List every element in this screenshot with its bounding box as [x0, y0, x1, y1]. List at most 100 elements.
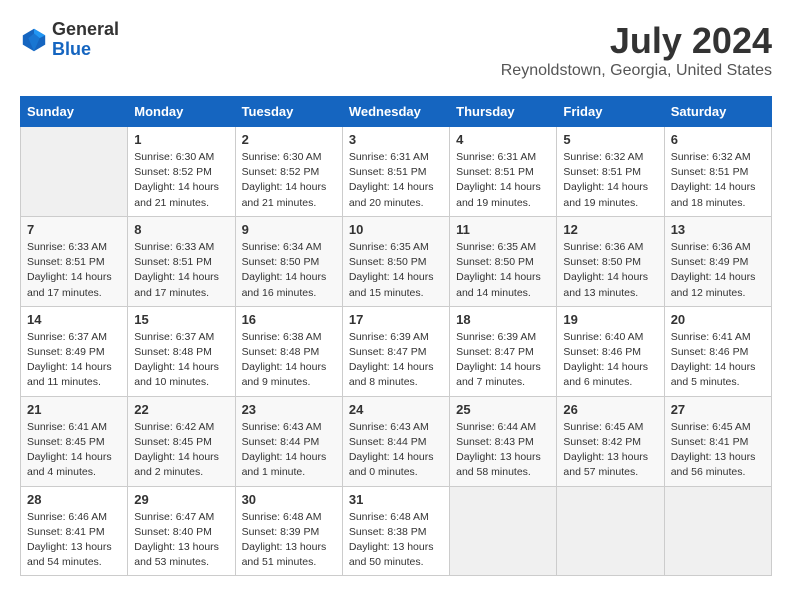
calendar-cell: 14Sunrise: 6:37 AM Sunset: 8:49 PM Dayli…	[21, 306, 128, 396]
day-number: 30	[242, 492, 336, 507]
day-number: 10	[349, 222, 443, 237]
calendar-cell: 1 Sunrise: 6:30 AM Sunset: 8:52 PM Daylig…	[128, 127, 235, 217]
calendar-cell	[21, 127, 128, 217]
day-info: Sunrise: 6:41 AM Sunset: 8:45 PM Dayligh…	[27, 420, 121, 481]
calendar-week-row: 7 Sunrise: 6:33 AM Sunset: 8:51 PM Daylig…	[21, 216, 772, 306]
logo-blue-text: Blue	[52, 39, 91, 59]
day-number: 21	[27, 402, 121, 417]
column-header-friday: Friday	[557, 97, 664, 127]
column-header-tuesday: Tuesday	[235, 97, 342, 127]
day-info: Sunrise: 6:48 AM Sunset: 8:38 PM Dayligh…	[349, 510, 443, 571]
day-info: Sunrise: 6:33 AM Sunset: 8:51 PM Dayligh…	[134, 240, 228, 301]
calendar-cell: 12 Sunrise: 6:36 AM Sunset: 8:50 PM Dayli…	[557, 216, 664, 306]
calendar-cell: 26 Sunrise: 6:45 AM Sunset: 8:42 PM Dayli…	[557, 396, 664, 486]
calendar-cell: 13 Sunrise: 6:36 AM Sunset: 8:49 PM Dayli…	[664, 216, 771, 306]
day-info: Sunrise: 6:45 AM Sunset: 8:42 PM Dayligh…	[563, 420, 657, 481]
day-number: 2	[242, 132, 336, 147]
title-section: July 2024 Reynoldstown, Georgia, United …	[501, 20, 772, 80]
day-number: 20	[671, 312, 765, 327]
calendar-title: July 2024	[501, 20, 772, 62]
calendar-header-row: SundayMondayTuesdayWednesdayThursdayFrid…	[21, 97, 772, 127]
day-number: 13	[671, 222, 765, 237]
day-number: 6	[671, 132, 765, 147]
calendar-cell: 29Sunrise: 6:47 AM Sunset: 8:40 PM Dayli…	[128, 486, 235, 576]
calendar-cell: 16 Sunrise: 6:38 AM Sunset: 8:48 PM Dayli…	[235, 306, 342, 396]
column-header-thursday: Thursday	[450, 97, 557, 127]
calendar-table: SundayMondayTuesdayWednesdayThursdayFrid…	[20, 96, 772, 576]
day-info: Sunrise: 6:43 AM Sunset: 8:44 PM Dayligh…	[349, 420, 443, 481]
day-info: Sunrise: 6:30 AM Sunset: 8:52 PM Dayligh…	[134, 150, 228, 211]
calendar-cell: 9Sunrise: 6:34 AM Sunset: 8:50 PM Daylig…	[235, 216, 342, 306]
calendar-cell: 17 Sunrise: 6:39 AM Sunset: 8:47 PM Dayli…	[342, 306, 449, 396]
day-number: 18	[456, 312, 550, 327]
day-info: Sunrise: 6:45 AM Sunset: 8:41 PM Dayligh…	[671, 420, 765, 481]
day-info: Sunrise: 6:30 AM Sunset: 8:52 PM Dayligh…	[242, 150, 336, 211]
day-number: 29	[134, 492, 228, 507]
day-number: 14	[27, 312, 121, 327]
calendar-cell: 20 Sunrise: 6:41 AM Sunset: 8:46 PM Dayli…	[664, 306, 771, 396]
day-info: Sunrise: 6:38 AM Sunset: 8:48 PM Dayligh…	[242, 330, 336, 391]
day-number: 3	[349, 132, 443, 147]
calendar-cell: 15Sunrise: 6:37 AM Sunset: 8:48 PM Dayli…	[128, 306, 235, 396]
calendar-cell: 2 Sunrise: 6:30 AM Sunset: 8:52 PM Daylig…	[235, 127, 342, 217]
day-number: 26	[563, 402, 657, 417]
day-number: 16	[242, 312, 336, 327]
calendar-cell: 18 Sunrise: 6:39 AM Sunset: 8:47 PM Dayli…	[450, 306, 557, 396]
day-info: Sunrise: 6:33 AM Sunset: 8:51 PM Dayligh…	[27, 240, 121, 301]
calendar-cell: 8 Sunrise: 6:33 AM Sunset: 8:51 PM Daylig…	[128, 216, 235, 306]
calendar-cell: 25Sunrise: 6:44 AM Sunset: 8:43 PM Dayli…	[450, 396, 557, 486]
day-info: Sunrise: 6:31 AM Sunset: 8:51 PM Dayligh…	[456, 150, 550, 211]
calendar-cell: 24 Sunrise: 6:43 AM Sunset: 8:44 PM Dayli…	[342, 396, 449, 486]
day-number: 4	[456, 132, 550, 147]
column-header-wednesday: Wednesday	[342, 97, 449, 127]
day-number: 5	[563, 132, 657, 147]
day-number: 31	[349, 492, 443, 507]
day-info: Sunrise: 6:32 AM Sunset: 8:51 PM Dayligh…	[563, 150, 657, 211]
day-number: 22	[134, 402, 228, 417]
calendar-cell: 6 Sunrise: 6:32 AM Sunset: 8:51 PM Daylig…	[664, 127, 771, 217]
day-number: 23	[242, 402, 336, 417]
column-header-sunday: Sunday	[21, 97, 128, 127]
calendar-cell: 5 Sunrise: 6:32 AM Sunset: 8:51 PM Daylig…	[557, 127, 664, 217]
day-info: Sunrise: 6:35 AM Sunset: 8:50 PM Dayligh…	[456, 240, 550, 301]
column-header-saturday: Saturday	[664, 97, 771, 127]
day-number: 11	[456, 222, 550, 237]
calendar-week-row: 21 Sunrise: 6:41 AM Sunset: 8:45 PM Dayli…	[21, 396, 772, 486]
day-info: Sunrise: 6:39 AM Sunset: 8:47 PM Dayligh…	[349, 330, 443, 391]
calendar-cell: 11 Sunrise: 6:35 AM Sunset: 8:50 PM Dayli…	[450, 216, 557, 306]
day-info: Sunrise: 6:40 AM Sunset: 8:46 PM Dayligh…	[563, 330, 657, 391]
day-number: 1	[134, 132, 228, 147]
day-info: Sunrise: 6:31 AM Sunset: 8:51 PM Dayligh…	[349, 150, 443, 211]
day-info: Sunrise: 6:32 AM Sunset: 8:51 PM Dayligh…	[671, 150, 765, 211]
calendar-cell: 3 Sunrise: 6:31 AM Sunset: 8:51 PM Daylig…	[342, 127, 449, 217]
day-number: 7	[27, 222, 121, 237]
day-info: Sunrise: 6:48 AM Sunset: 8:39 PM Dayligh…	[242, 510, 336, 571]
page-header: General Blue July 2024 Reynoldstown, Geo…	[20, 20, 772, 80]
day-number: 24	[349, 402, 443, 417]
calendar-cell: 19 Sunrise: 6:40 AM Sunset: 8:46 PM Dayli…	[557, 306, 664, 396]
day-info: Sunrise: 6:39 AM Sunset: 8:47 PM Dayligh…	[456, 330, 550, 391]
calendar-cell: 4 Sunrise: 6:31 AM Sunset: 8:51 PM Daylig…	[450, 127, 557, 217]
day-number: 17	[349, 312, 443, 327]
calendar-cell: 22 Sunrise: 6:42 AM Sunset: 8:45 PM Dayli…	[128, 396, 235, 486]
day-info: Sunrise: 6:42 AM Sunset: 8:45 PM Dayligh…	[134, 420, 228, 481]
day-number: 8	[134, 222, 228, 237]
day-number: 12	[563, 222, 657, 237]
calendar-cell: 30 Sunrise: 6:48 AM Sunset: 8:39 PM Dayli…	[235, 486, 342, 576]
calendar-subtitle: Reynoldstown, Georgia, United States	[501, 62, 772, 80]
calendar-cell: 10 Sunrise: 6:35 AM Sunset: 8:50 PM Dayli…	[342, 216, 449, 306]
day-number: 19	[563, 312, 657, 327]
calendar-cell: 23Sunrise: 6:43 AM Sunset: 8:44 PM Dayli…	[235, 396, 342, 486]
logo: General Blue	[20, 20, 119, 60]
logo-general-text: General	[52, 19, 119, 39]
calendar-cell	[557, 486, 664, 576]
day-info: Sunrise: 6:46 AM Sunset: 8:41 PM Dayligh…	[27, 510, 121, 571]
day-info: Sunrise: 6:36 AM Sunset: 8:49 PM Dayligh…	[671, 240, 765, 301]
day-info: Sunrise: 6:36 AM Sunset: 8:50 PM Dayligh…	[563, 240, 657, 301]
day-info: Sunrise: 6:41 AM Sunset: 8:46 PM Dayligh…	[671, 330, 765, 391]
day-info: Sunrise: 6:35 AM Sunset: 8:50 PM Dayligh…	[349, 240, 443, 301]
day-info: Sunrise: 6:44 AM Sunset: 8:43 PM Dayligh…	[456, 420, 550, 481]
calendar-cell: 7 Sunrise: 6:33 AM Sunset: 8:51 PM Daylig…	[21, 216, 128, 306]
calendar-week-row: 1 Sunrise: 6:30 AM Sunset: 8:52 PM Daylig…	[21, 127, 772, 217]
calendar-cell: 27Sunrise: 6:45 AM Sunset: 8:41 PM Dayli…	[664, 396, 771, 486]
